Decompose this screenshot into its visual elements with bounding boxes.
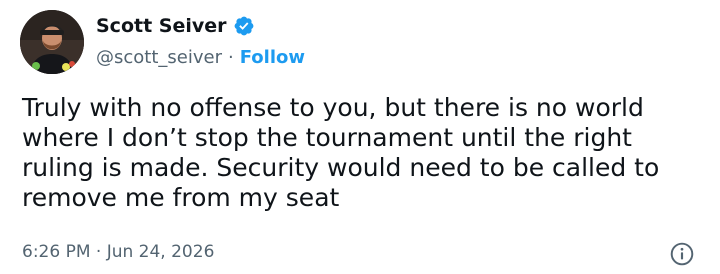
author-handle[interactable]: @scott_seiver: [96, 47, 222, 68]
author-handle-row: @scott_seiver · Follow: [96, 44, 305, 70]
profile-photo-icon: [20, 10, 84, 74]
info-icon[interactable]: [669, 241, 695, 267]
tweet-text: Truly with no offense to you, but there …: [22, 93, 660, 212]
author-name-row: Scott Seiver: [96, 12, 255, 40]
follow-button[interactable]: Follow: [240, 47, 305, 68]
separator-dot: ·: [227, 46, 234, 68]
avatar[interactable]: [20, 10, 84, 74]
verified-badge-icon[interactable]: [233, 15, 255, 37]
tweet-card: Scott Seiver @scott_seiver · Follow Trul…: [0, 0, 720, 274]
tweet-timestamp[interactable]: 6:26 PM · Jun 24, 2026: [22, 242, 214, 262]
display-name[interactable]: Scott Seiver: [96, 15, 227, 37]
